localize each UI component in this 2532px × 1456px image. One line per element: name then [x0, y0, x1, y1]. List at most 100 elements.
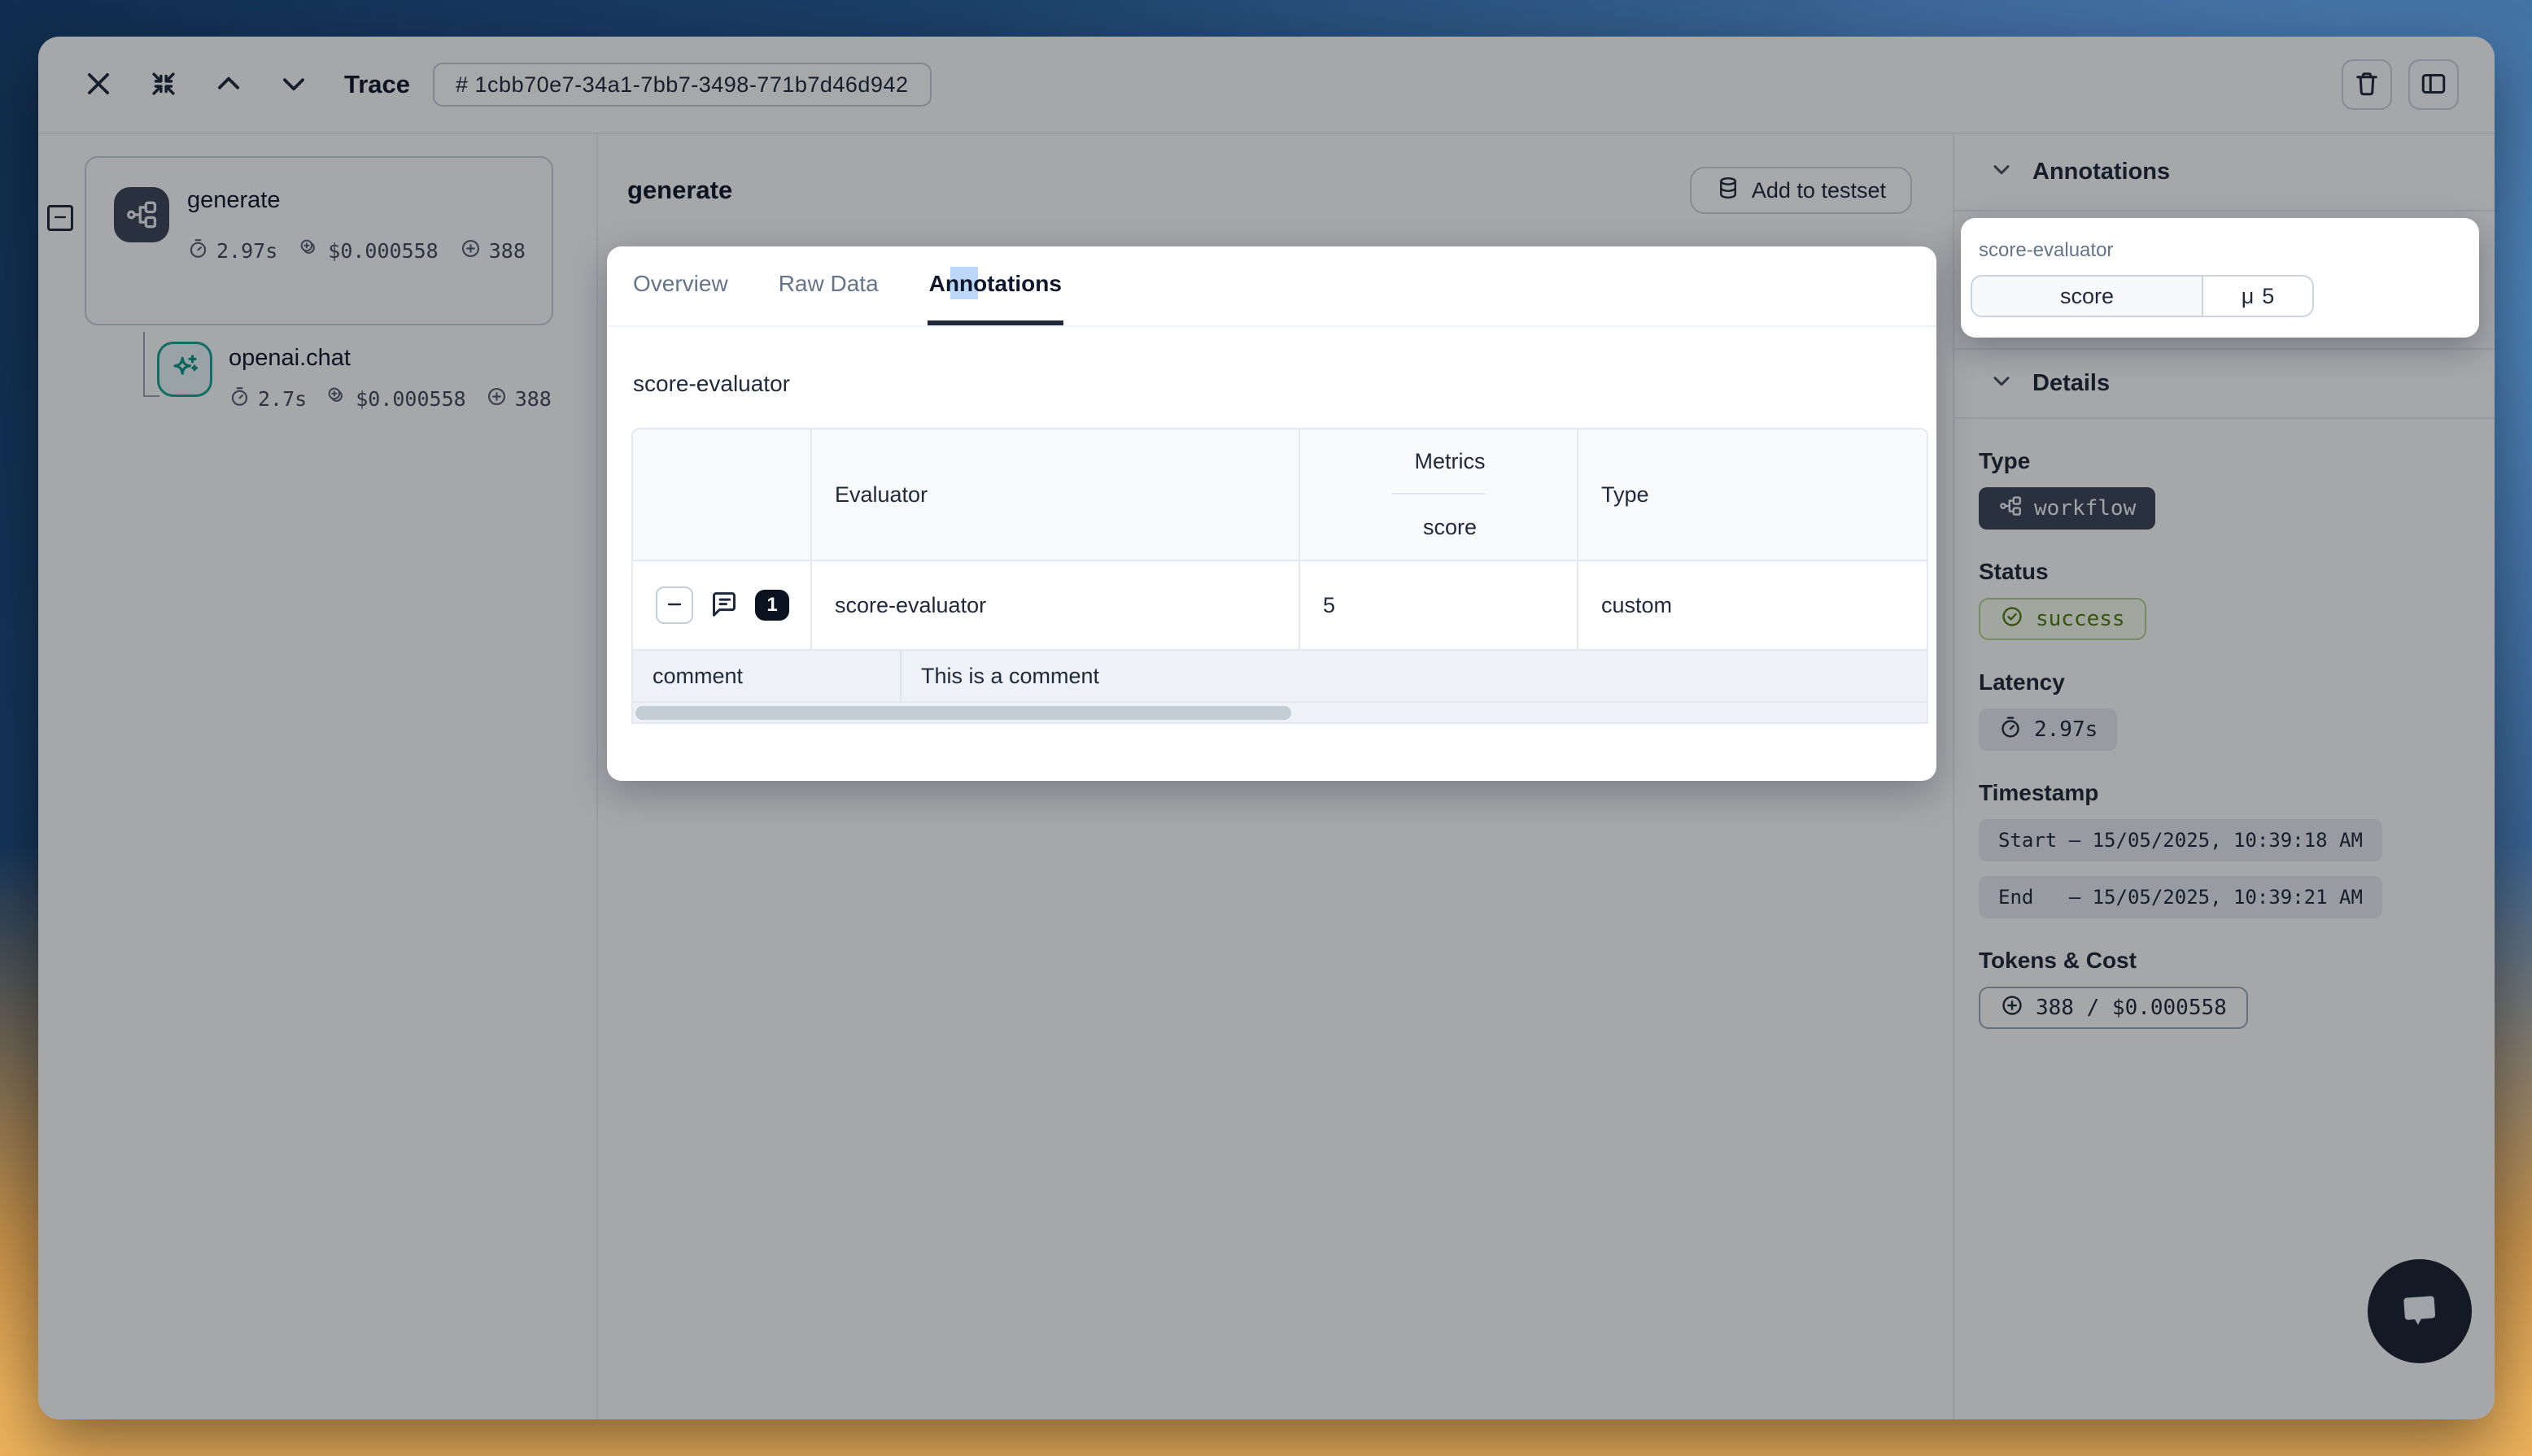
topbar: Trace # 1cbb70e7-34a1-7bb7-3498-771b7d46…: [38, 37, 2495, 134]
next-span-button[interactable]: [273, 63, 315, 106]
annotations-table: Evaluator Metrics score Type: [631, 428, 1928, 724]
chevron-up-icon: [213, 68, 244, 102]
trace-drawer: Trace # 1cbb70e7-34a1-7bb7-3498-771b7d46…: [38, 37, 2495, 1419]
horizontal-scrollbar: [633, 701, 1927, 722]
status-badge: success: [1979, 598, 2146, 640]
timestamp-group: Timestamp Start – 15/05/2025, 10:39:18 A…: [1979, 780, 2495, 918]
annotation-evaluator-name: score-evaluator: [1979, 239, 2113, 262]
collapse-node-toggle[interactable]: [47, 205, 73, 231]
drawer-title: Trace: [344, 70, 410, 99]
stopwatch-icon: [1998, 715, 2023, 745]
score-metric-pill: score μ 5: [1971, 275, 2314, 317]
score-cell: 5: [1300, 561, 1578, 649]
node-name: generate: [187, 187, 281, 214]
close-icon: [83, 68, 114, 102]
toggle-panel-button[interactable]: [2408, 59, 2459, 110]
node-name: openai.chat: [229, 345, 351, 372]
close-button[interactable]: [77, 63, 120, 106]
metrics-column-header: Metrics score: [1300, 429, 1578, 560]
plus-circle-icon: [460, 238, 482, 264]
annotation-summary-card: score-evaluator score μ 5: [1961, 218, 2479, 338]
type-group: Type workflow: [1979, 448, 2495, 530]
chat-bubble-icon: [2392, 1284, 2447, 1339]
collapse-button[interactable]: [142, 63, 185, 106]
node-stats: 2.7s $0.000558 388: [229, 386, 552, 412]
type-badge: workflow: [1979, 487, 2155, 530]
type-label: Type: [1979, 448, 2495, 474]
delete-trace-button[interactable]: [2342, 59, 2392, 110]
tab-annotations[interactable]: Annotations: [928, 246, 1063, 325]
span-title: generate: [627, 176, 732, 205]
latency-stat: 2.7s: [229, 386, 307, 412]
stopwatch-icon: [229, 386, 251, 412]
sidebar-layout-icon: [2419, 69, 2448, 101]
metric-score-label: score: [1400, 495, 1477, 560]
add-to-testset-button[interactable]: Add to testset: [1690, 167, 1912, 214]
status-group: Status success: [1979, 559, 2495, 640]
support-chat-button[interactable]: [2368, 1259, 2472, 1363]
page-background: Trace # 1cbb70e7-34a1-7bb7-3498-771b7d46…: [0, 0, 2532, 1456]
comment-icon: [708, 588, 740, 623]
node-stats: 2.97s $0.000558 388: [187, 238, 526, 264]
database-icon: [1716, 176, 1740, 206]
tokens-stat: 388: [460, 238, 526, 264]
scrollbar-thumb[interactable]: [635, 706, 1291, 720]
annotations-card: Overview Raw Data Annotations score-eval…: [607, 246, 1936, 781]
trash-icon: [2352, 69, 2381, 101]
collapse-icon: [148, 68, 179, 102]
chevron-down-icon: [1988, 368, 2015, 400]
tree-connector: [143, 332, 145, 397]
latency-group: Latency 2.97s: [1979, 669, 2495, 751]
details-panel: Annotations score-evaluator score μ 5: [1953, 134, 2495, 1419]
cost-stat: $0.000558: [299, 238, 438, 264]
stopwatch-icon: [187, 238, 209, 264]
tokens-cost-badge: 388 / $0.000558: [1979, 987, 2248, 1029]
span-tree: generate 2.97s $0.000558: [38, 134, 598, 1419]
latency-stat: 2.97s: [187, 238, 277, 264]
tree-node-openai-chat[interactable]: openai.chat 2.7s $0.000558: [157, 342, 564, 447]
tab-raw-data[interactable]: Raw Data: [777, 246, 880, 325]
span-detail-header: generate Add to testset: [598, 134, 1953, 246]
evaluator-section-title: score-evaluator: [633, 371, 1936, 397]
timestamp-label: Timestamp: [1979, 780, 2495, 806]
tree-node-generate[interactable]: generate 2.97s $0.000558: [85, 156, 553, 325]
metrics-header-label: Metrics: [1392, 429, 1486, 495]
details-content: Type workflow: [1954, 419, 2495, 1029]
table-row: 1 score-evaluator 5 custom: [633, 560, 1927, 649]
check-circle-icon: [2000, 604, 2024, 634]
table-header-row: Evaluator Metrics score Type: [633, 429, 1927, 560]
latency-label: Latency: [1979, 669, 2495, 695]
chevron-down-icon: [278, 68, 309, 102]
type-cell: custom: [1578, 561, 1928, 649]
mu-symbol: μ: [2242, 284, 2255, 309]
status-label: Status: [1979, 559, 2495, 585]
minus-icon: [665, 595, 684, 617]
evaluator-column-header: Evaluator: [812, 429, 1300, 560]
details-accordion-header[interactable]: Details: [1954, 350, 2495, 419]
prev-span-button[interactable]: [207, 63, 250, 106]
plus-circle-icon: [2000, 993, 2024, 1023]
latency-badge: 2.97s: [1979, 708, 2117, 751]
tokens-stat: 388: [486, 386, 552, 412]
comment-value-cell: This is a comment: [901, 651, 1928, 701]
sparkles-icon: [157, 342, 212, 397]
comment-button[interactable]: [708, 588, 740, 623]
collapse-comment-toggle[interactable]: [656, 586, 693, 624]
tokens-cost-label: Tokens & Cost: [1979, 948, 2495, 974]
mean-value: 5: [2262, 284, 2274, 309]
tokens-cost-group: Tokens & Cost 388 / $0.000558: [1979, 948, 2495, 1029]
comment-key-cell: comment: [633, 651, 901, 701]
chevron-down-icon: [1988, 156, 2015, 189]
topbar-actions: [2342, 59, 2459, 110]
coins-icon: [299, 238, 321, 264]
metric-name: score: [1972, 277, 2203, 316]
cost-stat: $0.000558: [326, 386, 465, 412]
coins-icon: [326, 386, 348, 412]
minus-icon: [53, 210, 68, 227]
type-column-header: Type: [1578, 429, 1928, 560]
start-timestamp-badge: Start – 15/05/2025, 10:39:18 AM: [1979, 819, 2382, 861]
evaluator-cell: score-evaluator: [812, 561, 1300, 649]
span-detail: generate Add to testset O: [598, 134, 1953, 1419]
tab-overview[interactable]: Overview: [631, 246, 730, 325]
annotations-accordion-header[interactable]: Annotations: [1954, 134, 2495, 211]
